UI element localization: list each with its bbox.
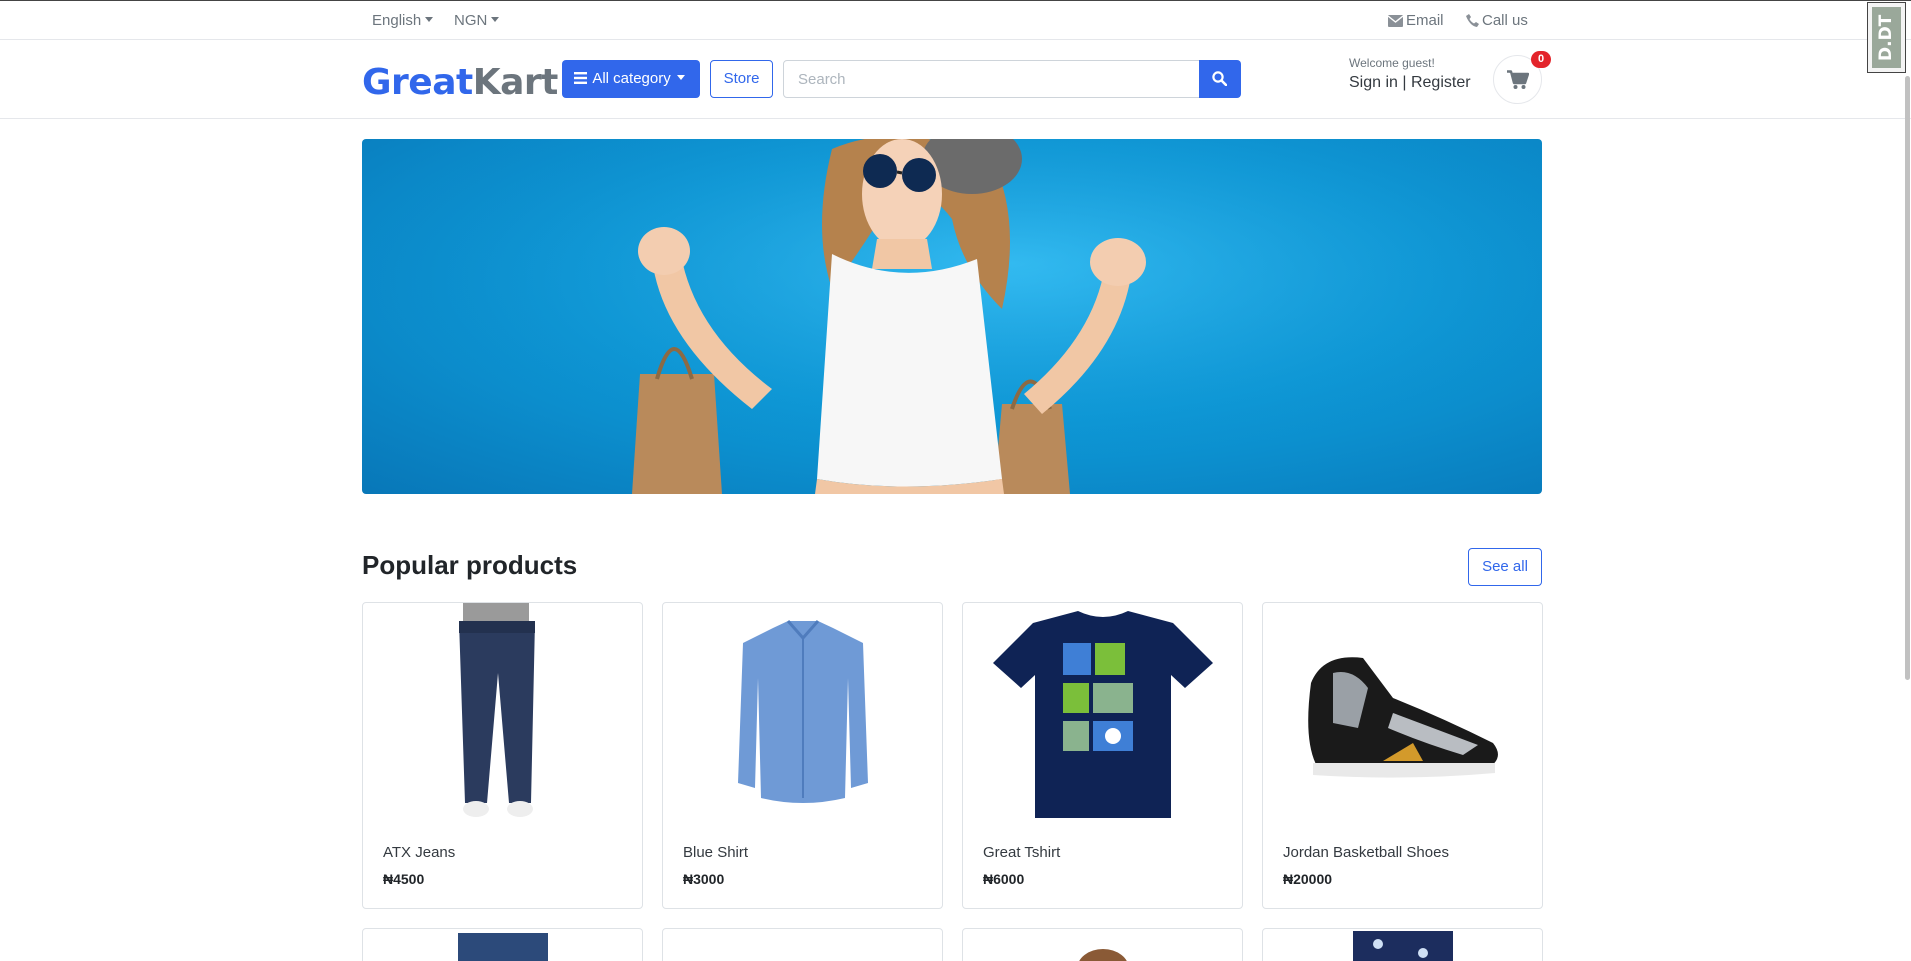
see-all-button[interactable]: See all (1468, 548, 1542, 586)
all-category-button[interactable]: All category (562, 60, 700, 98)
section-title: Popular products (362, 550, 578, 580)
search-icon (1212, 71, 1227, 86)
chevron-down-icon (676, 75, 685, 80)
all-category-label: All category (592, 70, 671, 87)
hero-banner[interactable] (362, 139, 1542, 494)
call-label: Call us (1482, 12, 1528, 29)
search-button[interactable] (1199, 60, 1241, 98)
phone-icon (1466, 14, 1479, 27)
call-link[interactable]: Call us (1466, 12, 1528, 29)
sign-in-link[interactable]: Sign in (1349, 74, 1398, 91)
product-image-shirt[interactable] (663, 603, 942, 823)
language-label: English (372, 12, 422, 29)
product-price: ₦4500 (383, 871, 425, 887)
product-card[interactable] (1262, 928, 1543, 961)
auth-separator: | (1397, 74, 1411, 91)
product-image-jeans[interactable] (363, 603, 642, 823)
product-card[interactable] (362, 928, 643, 961)
product-card[interactable]: Jordan Basketball Shoes ₦20000 (1262, 602, 1543, 909)
email-label: Email (1406, 12, 1444, 29)
welcome-text: Welcome guest! (1349, 56, 1435, 70)
envelope-icon (1387, 15, 1404, 27)
cart-count-badge: 0 (1531, 51, 1551, 68)
store-button[interactable]: Store (710, 60, 773, 98)
product-name[interactable]: ATX Jeans (383, 844, 455, 861)
shopping-cart-icon (1507, 70, 1529, 89)
scrollbar-thumb[interactable] (1905, 76, 1910, 680)
search-input[interactable] (783, 60, 1200, 98)
product-card[interactable] (662, 928, 943, 961)
extension-overlay-button[interactable]: D.DT (1867, 2, 1906, 73)
product-image-tshirt[interactable] (963, 603, 1242, 823)
auth-links: Sign in | Register (1349, 74, 1471, 92)
currency-label: NGN (454, 12, 488, 29)
chevron-down-icon (425, 17, 434, 22)
product-name[interactable]: Blue Shirt (683, 844, 748, 861)
top-utility-bar: English NGN Email Call us (0, 0, 1911, 40)
extension-overlay-label: D.DT (1872, 7, 1901, 68)
main-header: GreatKart All category Store Welcome gue… (0, 40, 1911, 119)
product-card[interactable]: ATX Jeans ₦4500 (362, 602, 643, 909)
email-link[interactable]: Email (1387, 12, 1444, 29)
currency-dropdown[interactable]: NGN (454, 12, 500, 29)
product-price: ₦3000 (683, 871, 725, 887)
chevron-down-icon (491, 17, 500, 22)
register-link[interactable]: Register (1411, 74, 1471, 91)
product-image-person[interactable] (963, 929, 1242, 961)
product-price: ₦6000 (983, 871, 1025, 887)
product-image-shoes[interactable] (1263, 603, 1542, 823)
product-card[interactable] (962, 928, 1243, 961)
product-card[interactable]: Great Tshirt ₦6000 (962, 602, 1243, 909)
logo-part-great: Great (362, 62, 473, 103)
language-dropdown[interactable]: English (372, 12, 434, 29)
banner-illustration (362, 139, 1542, 494)
product-image-shorts[interactable] (363, 929, 642, 961)
product-price: ₦20000 (1283, 871, 1333, 887)
logo-part-kart: Kart (472, 62, 559, 103)
product-name[interactable]: Jordan Basketball Shoes (1283, 844, 1449, 861)
product-card[interactable]: Blue Shirt ₦3000 (662, 602, 943, 909)
menu-bars-icon (574, 72, 587, 84)
product-name[interactable]: Great Tshirt (983, 844, 1060, 861)
product-image-print-shirt[interactable] (1263, 929, 1542, 961)
brand-logo[interactable]: GreatKart (362, 62, 558, 103)
